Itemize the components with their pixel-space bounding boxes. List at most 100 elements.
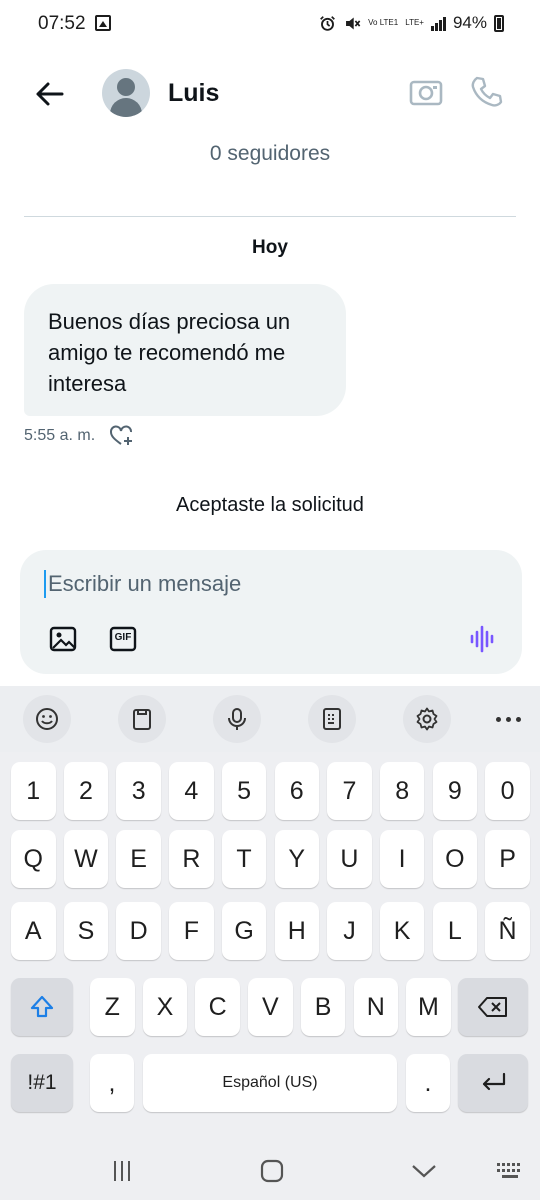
mute-icon <box>346 17 361 29</box>
key-7[interactable]: 7 <box>327 762 372 820</box>
heart-plus-icon[interactable] <box>109 425 135 447</box>
battery-percent: 94% <box>452 13 487 32</box>
key-v[interactable]: V <box>248 978 293 1036</box>
video-call-button[interactable] <box>408 76 444 110</box>
status-icons: Vo LTE1 LTE+ 94% <box>319 13 504 33</box>
voice-input-button[interactable] <box>213 695 261 743</box>
key-2[interactable]: 2 <box>63 762 109 820</box>
recents-icon <box>114 1161 130 1181</box>
recent-apps-button[interactable] <box>102 1154 142 1188</box>
status-time: 07:52 <box>38 13 86 34</box>
add-gif-button[interactable]: GIF <box>108 624 138 654</box>
add-image-button[interactable] <box>48 624 78 654</box>
key-8[interactable]: 8 <box>379 762 425 820</box>
key-6[interactable]: 6 <box>274 762 319 820</box>
chevron-down-icon <box>412 1165 436 1178</box>
key-y[interactable]: Y <box>274 830 319 888</box>
keyboard-toolbar <box>0 686 540 752</box>
key-u[interactable]: U <box>327 830 372 888</box>
message-time: 5:55 a. m. <box>24 427 96 444</box>
key-c[interactable]: C <box>195 978 240 1036</box>
emoji-icon <box>36 708 58 730</box>
microphone-icon <box>228 708 246 730</box>
battery-icon <box>494 14 504 32</box>
enter-arrow-icon <box>482 1072 506 1091</box>
home-button[interactable] <box>252 1154 292 1188</box>
video-camera-icon <box>409 80 443 106</box>
key-3[interactable]: 3 <box>116 762 161 820</box>
key-m[interactable]: M <box>406 978 451 1036</box>
shift-arrow-icon <box>30 995 54 1018</box>
key-l[interactable]: L <box>432 902 478 960</box>
key-e[interactable]: E <box>116 830 161 888</box>
more-options-button[interactable] <box>486 706 530 732</box>
key-9[interactable]: 9 <box>432 762 478 820</box>
voice-call-button[interactable] <box>468 74 504 110</box>
key-k[interactable]: K <box>379 902 425 960</box>
key-r[interactable]: R <box>169 830 214 888</box>
key-i[interactable]: I <box>379 830 425 888</box>
signal-icon <box>430 15 446 31</box>
message-meta: 5:55 a. m. <box>24 425 135 447</box>
system-message: Aceptaste la solicitud <box>176 494 364 516</box>
image-icon <box>49 626 77 652</box>
key-o[interactable]: O <box>432 830 478 888</box>
gallery-notification-icon <box>95 15 111 31</box>
arrow-left-icon <box>36 82 64 106</box>
key-d[interactable]: D <box>116 902 161 960</box>
key-f[interactable]: F <box>169 902 214 960</box>
key-p[interactable]: P <box>485 830 530 888</box>
comma-key[interactable]: , <box>90 1054 134 1112</box>
network-type: LTE+ <box>405 18 424 27</box>
keyboard-settings-button[interactable] <box>403 695 451 743</box>
gear-icon <box>416 707 438 731</box>
key-4[interactable]: 4 <box>169 762 214 820</box>
shift-key[interactable] <box>11 978 73 1036</box>
key-q[interactable]: Q <box>11 830 56 888</box>
key-a[interactable]: A <box>11 902 56 960</box>
message-input[interactable] <box>48 564 488 604</box>
key-z[interactable]: Z <box>90 978 135 1036</box>
on-screen-keyboard: !#1 , Español (US) . 1234567890 QWERTYUIO… <box>0 686 540 1200</box>
key-b[interactable]: B <box>300 978 346 1036</box>
contact-name[interactable]: Luis <box>168 79 219 108</box>
message-bubble[interactable]: Buenos días preciosa un amigo te recomen… <box>24 284 346 416</box>
phone-icon <box>471 76 503 107</box>
emoji-button[interactable] <box>23 695 71 743</box>
key-x[interactable]: X <box>142 978 188 1036</box>
key-n[interactable]: N <box>353 978 398 1036</box>
key-ñ[interactable]: Ñ <box>485 902 530 960</box>
backspace-icon <box>478 997 507 1017</box>
space-key[interactable]: Español (US) <box>143 1054 397 1112</box>
hide-keyboard-button[interactable] <box>404 1154 444 1188</box>
key-t[interactable]: T <box>221 830 267 888</box>
clipboard-icon <box>133 709 151 730</box>
enter-key[interactable] <box>458 1054 528 1112</box>
keyboard-switch-button[interactable] <box>490 1154 530 1188</box>
keyboard-mode-button[interactable] <box>308 695 356 743</box>
symbols-key[interactable]: !#1 <box>11 1054 73 1112</box>
period-key[interactable]: . <box>406 1054 450 1112</box>
keypad-icon <box>323 708 341 730</box>
key-j[interactable]: J <box>327 902 372 960</box>
backspace-key[interactable] <box>458 978 528 1036</box>
key-h[interactable]: H <box>274 902 319 960</box>
key-5[interactable]: 5 <box>221 762 267 820</box>
key-1[interactable]: 1 <box>11 762 56 820</box>
clipboard-button[interactable] <box>118 695 166 743</box>
voice-message-button[interactable] <box>468 624 498 654</box>
key-s[interactable]: S <box>63 902 109 960</box>
voice-wave-icon <box>470 625 494 653</box>
home-icon <box>260 1159 284 1183</box>
gif-label: GIF <box>114 632 132 643</box>
avatar[interactable] <box>102 69 150 117</box>
text-cursor <box>44 570 46 598</box>
system-navigation-bar <box>0 1142 540 1200</box>
keyboard-keys: !#1 , Español (US) . 1234567890 QWERTYUIO… <box>0 752 540 1142</box>
back-button[interactable] <box>30 74 70 114</box>
key-w[interactable]: W <box>63 830 109 888</box>
message-composer: GIF <box>20 550 522 674</box>
key-0[interactable]: 0 <box>485 762 530 820</box>
followers-count: 0 seguidores <box>209 142 331 165</box>
key-g[interactable]: G <box>221 902 267 960</box>
